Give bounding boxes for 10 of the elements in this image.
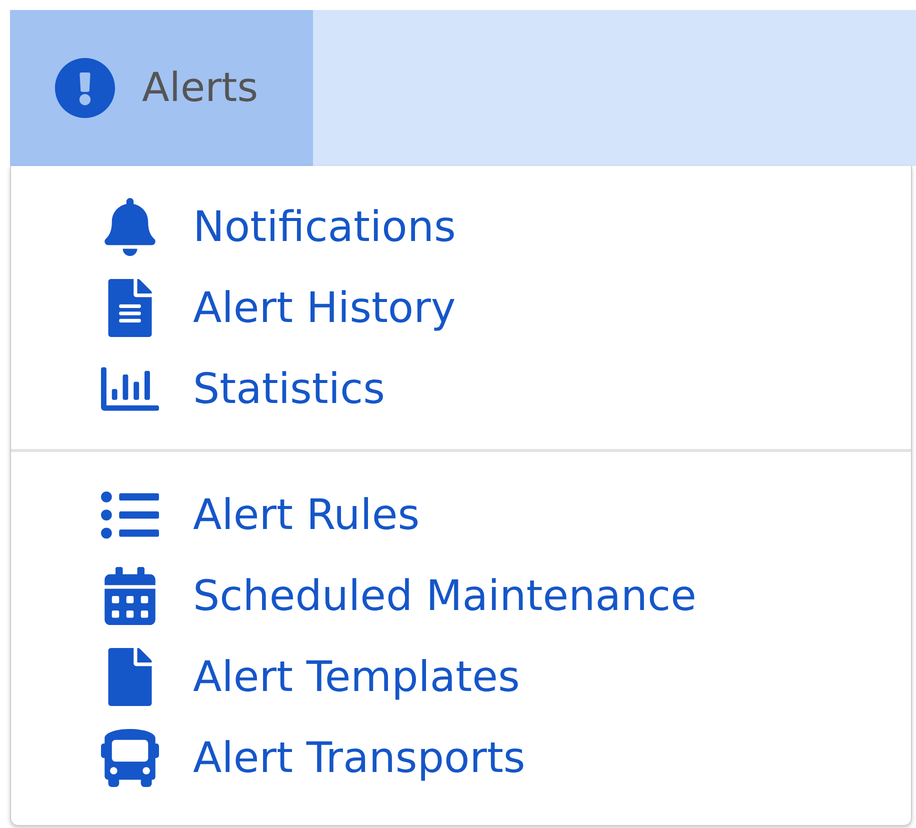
menu-item[interactable]: Alert Transports <box>11 717 911 798</box>
menu-item[interactable]: Alert History <box>11 267 911 348</box>
menu-item[interactable]: Alert Rules <box>11 474 911 555</box>
bus-icon <box>101 728 159 786</box>
menu-item[interactable]: Statistics <box>11 348 911 429</box>
menu-item[interactable]: Scheduled Maintenance <box>11 555 911 636</box>
menu-item[interactable]: Notifications <box>11 186 911 267</box>
alerts-tab[interactable]: Alerts <box>10 10 313 166</box>
alert-icon <box>54 57 116 119</box>
menu-item[interactable]: Alert Templates <box>11 636 911 717</box>
